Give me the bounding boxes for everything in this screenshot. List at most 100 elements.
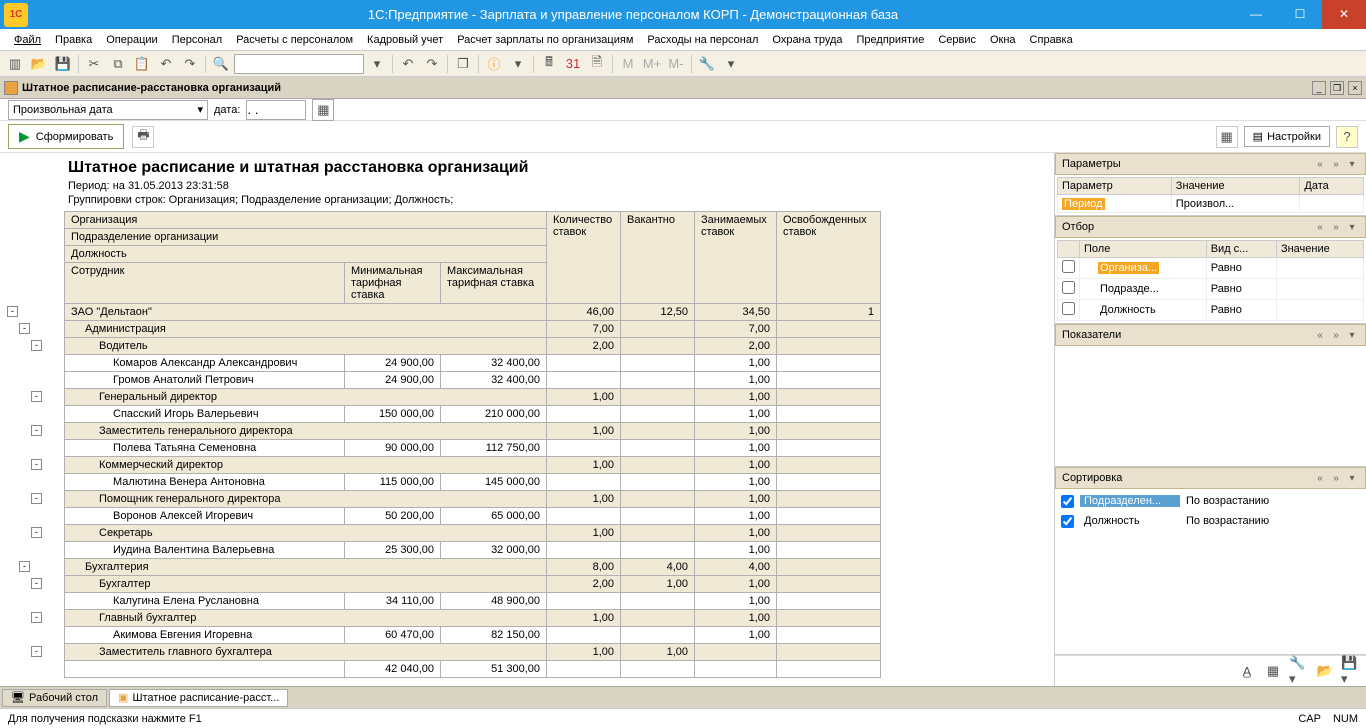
save2-icon[interactable]: 💾▾ <box>1340 660 1362 682</box>
menu-service[interactable]: Сервис <box>932 32 982 48</box>
next-icon[interactable]: » <box>1329 159 1343 170</box>
table-row[interactable]: Малютина Венера Антоновна115 000,00145 0… <box>65 474 881 491</box>
info-icon[interactable]: ⓘ <box>483 53 505 75</box>
table-row[interactable]: Главный бухгалтер-1,001,00 <box>65 610 881 627</box>
search-input[interactable] <box>234 54 364 74</box>
m-icon[interactable]: M <box>617 53 639 75</box>
table-row[interactable]: 42 040,0051 300,00 <box>65 661 881 678</box>
tree-toggle[interactable]: - <box>31 391 42 402</box>
table-row[interactable]: Иудина Валентина Валерьевна25 300,0032 0… <box>65 542 881 559</box>
tree-toggle[interactable]: - <box>31 578 42 589</box>
tree-toggle[interactable]: - <box>31 612 42 623</box>
table-row[interactable]: Помощник генерального директора-1,001,00 <box>65 491 881 508</box>
doc-max-icon[interactable]: ❐ <box>1330 81 1344 95</box>
folder-icon[interactable]: 📂 <box>1314 660 1336 682</box>
new-icon[interactable]: ▥ <box>4 53 26 75</box>
windows-icon[interactable]: ❐ <box>452 53 474 75</box>
tree-toggle[interactable]: - <box>19 561 30 572</box>
menu-expenses[interactable]: Расходы на персонал <box>641 32 764 48</box>
maximize-button[interactable]: ☐ <box>1278 0 1322 29</box>
table-row[interactable]: Заместитель главного бухгалтера-1,001,00 <box>65 644 881 661</box>
undo-icon[interactable]: ↶ <box>155 53 177 75</box>
tab-document[interactable]: ▣ Штатное расписание-расст... <box>109 689 288 707</box>
dropdown-icon[interactable]: ▾ <box>366 53 388 75</box>
prev-icon[interactable]: « <box>1313 159 1327 170</box>
menu-hr[interactable]: Кадровый учет <box>361 32 449 48</box>
table-row[interactable]: Водитель-2,002,00 <box>65 338 881 355</box>
open-icon[interactable]: 📂 <box>28 53 50 75</box>
grid-icon[interactable]: ▦ <box>1216 126 1238 148</box>
nav-fwd-icon[interactable]: ↷ <box>421 53 443 75</box>
doc-min-icon[interactable]: _ <box>1312 81 1326 95</box>
menu-help[interactable]: Справка <box>1024 32 1079 48</box>
calendar-picker-icon[interactable]: ▦ <box>312 99 334 121</box>
filter-check[interactable] <box>1062 281 1075 294</box>
calendar-icon[interactable]: 31 <box>562 53 584 75</box>
print-icon[interactable]: 🖶 <box>132 126 154 148</box>
table-row[interactable]: Секретарь-1,001,00 <box>65 525 881 542</box>
m-plus-icon[interactable]: M+ <box>641 53 663 75</box>
copy-icon[interactable]: ⧉ <box>107 53 129 75</box>
table-row[interactable]: Бухгалтер-2,001,001,00 <box>65 576 881 593</box>
m-minus-icon[interactable]: M- <box>665 53 687 75</box>
menu-edit[interactable]: Правка <box>49 32 98 48</box>
close-button[interactable]: ✕ <box>1322 0 1366 29</box>
menu-icon[interactable]: ▾ <box>1345 159 1359 170</box>
redo-icon[interactable]: ↷ <box>179 53 201 75</box>
menu-personnel[interactable]: Персонал <box>166 32 229 48</box>
menu-salary-calc[interactable]: Расчет зарплаты по организациям <box>451 32 639 48</box>
menu-enterprise[interactable]: Предприятие <box>851 32 931 48</box>
report-pane[interactable]: Штатное расписание и штатная расстановка… <box>0 153 1054 686</box>
filter-check[interactable] <box>1062 302 1075 315</box>
dropdown3-icon[interactable]: ▾ <box>720 53 742 75</box>
menu-operations[interactable]: Операции <box>100 32 163 48</box>
tree-toggle[interactable]: - <box>31 425 42 436</box>
dropdown2-icon[interactable]: ▾ <box>507 53 529 75</box>
tree-toggle[interactable]: - <box>31 459 42 470</box>
calc-icon[interactable]: 🖩 <box>538 53 560 75</box>
cut-icon[interactable]: ✂ <box>83 53 105 75</box>
tree-toggle[interactable]: - <box>31 646 42 657</box>
date-mode-combo[interactable]: Произвольная дата ▾ <box>8 100 208 120</box>
doc-close-icon[interactable]: × <box>1348 81 1362 95</box>
filter-check[interactable] <box>1062 260 1075 273</box>
help-icon[interactable]: ? <box>1336 126 1358 148</box>
table-row[interactable]: Акимова Евгения Игоревна60 470,0082 150,… <box>65 627 881 644</box>
tree-toggle[interactable]: - <box>31 493 42 504</box>
paste-icon[interactable]: 📋 <box>131 53 153 75</box>
tab-desktop[interactable]: 🖥 Рабочий стол <box>2 689 107 707</box>
wrench-icon[interactable]: 🔧 <box>696 53 718 75</box>
minimize-button[interactable]: — <box>1234 0 1278 29</box>
table-row[interactable]: Комаров Александр Александрович24 900,00… <box>65 355 881 372</box>
sort-row[interactable]: ДолжностьПо возрастанию <box>1057 511 1364 531</box>
wrench2-icon[interactable]: 🔧▾ <box>1288 660 1310 682</box>
font-icon[interactable]: A̲ <box>1236 660 1258 682</box>
tree-toggle[interactable]: - <box>31 527 42 538</box>
table-row[interactable]: Администрация-7,007,00 <box>65 321 881 338</box>
tree-toggle[interactable]: - <box>31 340 42 351</box>
tree-toggle[interactable]: - <box>19 323 30 334</box>
menu-windows[interactable]: Окна <box>984 32 1022 48</box>
table-row[interactable]: Спасский Игорь Валерьевич150 000,00210 0… <box>65 406 881 423</box>
save-icon[interactable]: 💾 <box>52 53 74 75</box>
table-row[interactable]: Воронов Алексей Игоревич50 200,0065 000,… <box>65 508 881 525</box>
menu-file[interactable]: Файл <box>8 32 47 48</box>
date-input[interactable] <box>246 100 306 120</box>
menu-calc-personnel[interactable]: Расчеты с персоналом <box>230 32 359 48</box>
table-row[interactable]: Генеральный директор-1,001,00 <box>65 389 881 406</box>
filter-table[interactable]: ПолеВид с...Значение Организа...Равно По… <box>1057 240 1364 321</box>
params-table[interactable]: ПараметрЗначениеДата ПериодПроизвол... <box>1057 177 1364 213</box>
table-row[interactable]: Громов Анатолий Петрович24 900,0032 400,… <box>65 372 881 389</box>
sort-row[interactable]: Подразделен...По возрастанию <box>1057 491 1364 511</box>
table-row[interactable]: Заместитель генерального директора-1,001… <box>65 423 881 440</box>
table-row[interactable]: ЗАО "Дельтаон"-46,0012,5034,501 <box>65 304 881 321</box>
form-button[interactable]: ▶ Сформировать <box>8 124 124 149</box>
table-row[interactable]: Бухгалтерия-8,004,004,00 <box>65 559 881 576</box>
menu-safety[interactable]: Охрана труда <box>766 32 848 48</box>
table-row[interactable]: Коммерческий директор-1,001,00 <box>65 457 881 474</box>
nav-back-icon[interactable]: ↶ <box>397 53 419 75</box>
settings-button[interactable]: ▤ Настройки <box>1244 126 1330 147</box>
table-row[interactable]: Полева Татьяна Семеновна90 000,00112 750… <box>65 440 881 457</box>
search-icon[interactable]: 🔍 <box>210 53 232 75</box>
table-icon[interactable]: ▦ <box>1262 660 1284 682</box>
